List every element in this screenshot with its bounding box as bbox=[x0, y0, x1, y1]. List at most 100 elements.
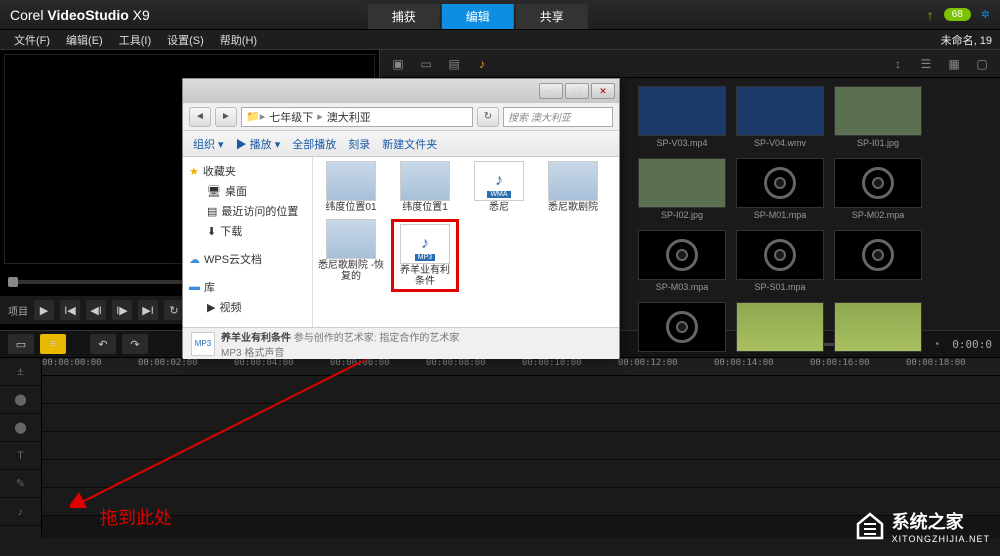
desktop-icon: 🖥 bbox=[207, 185, 221, 198]
settings-icon[interactable]: ✲ bbox=[981, 8, 990, 21]
video-track-icon[interactable]: ⬤ bbox=[0, 386, 41, 414]
explorer-nav: ◄ ► 📁 ▸ 七年级下 ▸ 澳大利亚 ↻ 搜索 澳大利亚 bbox=[183, 103, 619, 131]
file-item[interactable]: ♪WMA悉尼 bbox=[465, 161, 533, 213]
library-thumb[interactable] bbox=[834, 302, 922, 354]
menu-help[interactable]: 帮助(H) bbox=[214, 30, 263, 50]
track-row[interactable] bbox=[42, 404, 1000, 432]
library-icon: ▬ bbox=[189, 281, 200, 293]
lib-sort-icon[interactable]: ↕ bbox=[888, 54, 908, 74]
lib-image-icon[interactable]: ▤ bbox=[444, 54, 464, 74]
storyboard-view-button[interactable]: ▭ bbox=[8, 334, 34, 354]
file-item[interactable]: 悉尼歌剧院 -恢复的 bbox=[317, 219, 385, 292]
lib-hide-icon[interactable]: ▢ bbox=[972, 54, 992, 74]
sidebar-item-recent[interactable]: ▤最近访问的位置 bbox=[189, 201, 306, 221]
library-thumb[interactable] bbox=[638, 302, 726, 354]
next-button[interactable]: ▶I bbox=[138, 300, 158, 320]
track-row[interactable] bbox=[42, 460, 1000, 488]
star-icon: ★ bbox=[189, 165, 199, 178]
thumb-label: SP-M03.mpa bbox=[656, 282, 709, 292]
lib-folder-icon[interactable]: ▭ bbox=[416, 54, 436, 74]
burn-button[interactable]: 刻录 bbox=[348, 136, 370, 152]
file-item[interactable]: 纬度位置1 bbox=[391, 161, 459, 213]
library-header[interactable]: ▬库 bbox=[189, 279, 306, 295]
menu-file[interactable]: 文件(F) bbox=[8, 30, 56, 50]
explorer-titlebar[interactable]: — ☐ ✕ bbox=[183, 79, 619, 103]
maximize-button[interactable]: ☐ bbox=[565, 83, 589, 99]
explorer-file-grid[interactable]: 纬度位置01 纬度位置1 ♪WMA悉尼悉尼歌剧院悉尼歌剧院 -恢复的♪MP3养羊业有… bbox=[313, 157, 619, 327]
track-row[interactable] bbox=[42, 432, 1000, 460]
explorer-statusbar: MP3 养羊业有利条件 参与创作的艺术家: 指定合作的艺术家 MP3 格式声音 bbox=[183, 327, 619, 359]
tl-undo-button[interactable]: ↶ bbox=[90, 334, 116, 354]
refresh-button[interactable]: ↻ bbox=[477, 107, 499, 127]
favorites-header[interactable]: ★收藏夹 bbox=[189, 163, 306, 179]
track-row[interactable] bbox=[42, 376, 1000, 404]
library-thumb[interactable]: SP-I02.jpg bbox=[638, 158, 726, 220]
track-toggle-button[interactable]: ± bbox=[0, 358, 41, 386]
lib-list-icon[interactable]: ☰ bbox=[916, 54, 936, 74]
library-thumb[interactable] bbox=[736, 302, 824, 354]
loop-button[interactable]: ↻ bbox=[164, 300, 184, 320]
breadcrumb-segment[interactable]: 澳大利亚 bbox=[323, 109, 375, 125]
play-all-button[interactable]: 全部播放 bbox=[292, 136, 336, 152]
play-menu[interactable]: ▶ 播放 ▾ bbox=[236, 136, 281, 152]
video-icon: ▶ bbox=[207, 301, 215, 314]
organize-menu[interactable]: 组织 ▾ bbox=[193, 136, 224, 152]
lib-media-icon[interactable]: ▣ bbox=[388, 54, 408, 74]
status-title: 养羊业有利条件 bbox=[221, 333, 291, 344]
minimize-button[interactable]: — bbox=[539, 83, 563, 99]
menu-bar: 文件(F) 编辑(E) 工具(I) 设置(S) 帮助(H) 未命名, 19 bbox=[0, 30, 1000, 50]
file-item[interactable]: 纬度位置01 bbox=[317, 161, 385, 213]
new-folder-button[interactable]: 新建文件夹 bbox=[382, 136, 437, 152]
file-caption: 纬度位置1 bbox=[402, 202, 448, 213]
tab-capture[interactable]: 捕获 bbox=[368, 4, 440, 29]
watermark-url: XITONGZHIJIA.NET bbox=[892, 534, 990, 544]
file-item[interactable]: ♪MP3养羊业有利 条件 bbox=[391, 219, 459, 292]
timeline-view-button[interactable]: ≡ bbox=[40, 334, 66, 354]
thumb-label: SP-I01.jpg bbox=[857, 138, 899, 148]
library-thumb[interactable]: SP-M02.mpa bbox=[834, 158, 922, 220]
lib-grid-icon[interactable]: ▦ bbox=[944, 54, 964, 74]
upload-icon[interactable]: ↑ bbox=[927, 7, 934, 23]
sidebar-item-desktop[interactable]: 🖥桌面 bbox=[189, 181, 306, 201]
menu-edit[interactable]: 编辑(E) bbox=[60, 30, 109, 50]
ruler-tick: 00:00:08:00 bbox=[426, 358, 486, 368]
close-button[interactable]: ✕ bbox=[591, 83, 615, 99]
time-ruler[interactable]: 00:00:00:0000:00:02:0000:00:04:0000:00:0… bbox=[42, 358, 1000, 376]
sidebar-item-downloads[interactable]: ⬇下载 bbox=[189, 221, 306, 241]
search-input[interactable]: 搜索 澳大利亚 bbox=[503, 107, 613, 127]
rewind-button[interactable]: ◀I bbox=[86, 300, 106, 320]
breadcrumb[interactable]: 📁 ▸ 七年级下 ▸ 澳大利亚 bbox=[241, 107, 473, 127]
menu-tools[interactable]: 工具(I) bbox=[113, 30, 157, 50]
library-thumb[interactable]: SP-V04.wmv bbox=[736, 86, 824, 148]
breadcrumb-segment[interactable]: 七年级下 bbox=[265, 109, 317, 125]
title-track-icon[interactable]: T bbox=[0, 442, 41, 470]
tab-share[interactable]: 共享 bbox=[516, 4, 588, 29]
library-thumb[interactable]: SP-V03.mp4 bbox=[638, 86, 726, 148]
music-track-icon[interactable]: ♪ bbox=[0, 498, 41, 526]
overlay-track-icon[interactable]: ⬤ bbox=[0, 414, 41, 442]
forward-button[interactable]: ► bbox=[215, 107, 237, 127]
library-thumb[interactable]: SP-M01.mpa bbox=[736, 158, 824, 220]
progress-badge: 68 bbox=[944, 8, 971, 21]
library-thumbs: SP-V03.mp4SP-V04.wmv SP-I01.jpg SP-I02.jpg… bbox=[630, 78, 1000, 362]
file-item[interactable]: 悉尼歌剧院 bbox=[539, 161, 607, 213]
menu-settings[interactable]: 设置(S) bbox=[161, 30, 210, 50]
forward-button[interactable]: I▶ bbox=[112, 300, 132, 320]
sidebar-item-cloud[interactable]: ☁WPS云文档 bbox=[189, 251, 306, 267]
play-button[interactable]: ▶ bbox=[34, 300, 54, 320]
prev-button[interactable]: I◀ bbox=[60, 300, 80, 320]
library-thumb[interactable] bbox=[834, 230, 922, 292]
file-explorer-window[interactable]: — ☐ ✕ ◄ ► 📁 ▸ 七年级下 ▸ 澳大利亚 ↻ 搜索 澳大利亚 组织 ▾… bbox=[182, 78, 620, 358]
back-button[interactable]: ◄ bbox=[189, 107, 211, 127]
title-bar: Corel VideoStudio X9 捕获 编辑 共享 ↑ 68 ✲ bbox=[0, 0, 1000, 30]
folder-icon: 📁 bbox=[246, 110, 260, 123]
tab-edit[interactable]: 编辑 bbox=[442, 4, 514, 29]
tl-redo-button[interactable]: ↷ bbox=[122, 334, 148, 354]
lib-audio-icon[interactable]: ♪ bbox=[472, 54, 492, 74]
library-thumb[interactable]: SP-S01.mpa bbox=[736, 230, 824, 292]
library-thumb[interactable]: SP-I01.jpg bbox=[834, 86, 922, 148]
voice-track-icon[interactable]: ✎ bbox=[0, 470, 41, 498]
status-format: MP3 格式声音 bbox=[221, 344, 459, 359]
library-thumb[interactable]: SP-M03.mpa bbox=[638, 230, 726, 292]
sidebar-item-video[interactable]: ▶视频 bbox=[189, 297, 306, 317]
